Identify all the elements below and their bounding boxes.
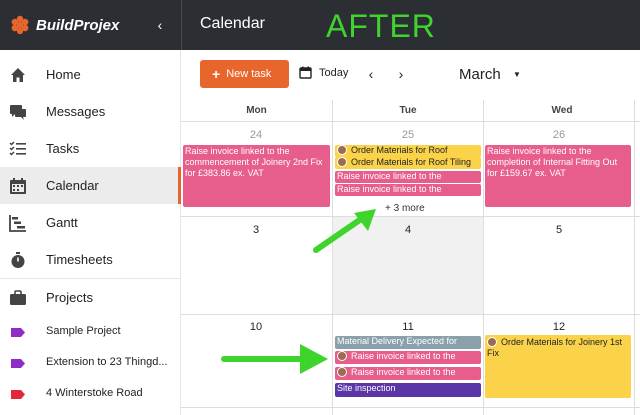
month-select[interactable]: March: [459, 66, 501, 83]
sidebar-item-calendar[interactable]: Calendar: [0, 167, 181, 204]
calendar-today-icon: [299, 66, 312, 79]
grid-line: [181, 314, 640, 315]
day-number: 25: [401, 129, 415, 141]
tag-icon: [11, 328, 25, 337]
gantt-icon: [9, 214, 26, 232]
sidebar-item-gantt[interactable]: Gantt: [0, 204, 180, 241]
new-task-label: New task: [226, 68, 272, 80]
sidebar-item-messages[interactable]: Messages: [0, 93, 180, 130]
calendar-event[interactable]: Material Delivery Expected for: [335, 336, 481, 349]
sidebar-item-label: Calendar: [46, 178, 99, 193]
day-number: 11: [402, 321, 414, 333]
calendar-event[interactable]: Order Materials for Roof: [335, 145, 481, 157]
day-number: 24: [249, 129, 263, 141]
top-bar: BuildProjex ‹ Calendar AFTER: [0, 0, 640, 50]
sidebar-item-timesheets[interactable]: Timesheets: [0, 241, 180, 278]
new-task-button[interactable]: + New task: [200, 60, 289, 88]
calendar-event[interactable]: Raise invoice linked to the completion o…: [485, 145, 631, 207]
tag-icon: [11, 390, 25, 399]
annotation-arrow-icon: [221, 344, 328, 374]
project-label: Extension to 23 Thingd...: [46, 356, 168, 368]
event-label: Raise invoice linked to the: [351, 367, 456, 377]
day-number: 3: [252, 224, 260, 236]
sidebar-item-label: Messages: [46, 104, 106, 119]
event-label: Order Materials for Joinery 1st Fix: [487, 337, 623, 358]
calendar-event[interactable]: Raise invoice linked to the: [335, 171, 481, 183]
day-number: 26: [552, 129, 566, 141]
calendar-event[interactable]: Order Materials for Joinery 1st Fix: [485, 335, 631, 398]
after-annotation: AFTER: [326, 8, 436, 44]
calendar-event[interactable]: Order Materials for Roof Tiling: [335, 157, 481, 169]
calendar-event[interactable]: Raise invoice linked to the commencement…: [183, 145, 330, 207]
weekday-header: Tue: [333, 100, 483, 122]
next-month-icon[interactable]: ›: [395, 66, 407, 82]
plus-icon: +: [212, 66, 221, 82]
today-button[interactable]: Today: [299, 66, 348, 79]
sidebar-item-label: Gantt: [46, 215, 78, 230]
sidebar-item-label: Projects: [46, 290, 93, 305]
logo-icon: [11, 15, 29, 35]
previous-month-icon[interactable]: ‹: [365, 66, 377, 82]
home-icon: [11, 67, 25, 82]
caret-down-icon[interactable]: ▼: [513, 70, 521, 79]
page-title: Calendar: [200, 15, 265, 32]
day-number: 5: [555, 224, 563, 236]
messages-icon: [10, 104, 26, 120]
calendar-event[interactable]: Raise invoice linked to the: [335, 351, 481, 364]
grid-line: [634, 100, 635, 415]
stopwatch-icon: [11, 251, 25, 268]
tasks-icon: [9, 140, 26, 156]
calendar-event[interactable]: Site inspection: [335, 383, 481, 397]
brand[interactable]: BuildProjex: [10, 0, 119, 50]
project-item-sample[interactable]: Sample Project: [0, 317, 180, 347]
divider: [181, 0, 182, 50]
project-item-winterstoke[interactable]: 4 Winterstoke Road: [0, 379, 180, 409]
grid-line: [181, 407, 640, 408]
weekday-header: Wed: [484, 100, 640, 122]
sidebar-item-home[interactable]: Home: [0, 56, 180, 93]
event-label: Order Materials for Roof Tiling: [351, 157, 472, 167]
day-number: 12: [552, 321, 566, 333]
sidebar: Home Messages Tasks Calendar Gantt Times…: [0, 50, 181, 415]
calendar-icon: [10, 177, 26, 194]
calendar-event[interactable]: Raise invoice linked to the: [335, 184, 481, 196]
project-label: 4 Winterstoke Road: [46, 387, 143, 399]
event-label: Raise invoice linked to the: [351, 351, 456, 361]
sidebar-item-tasks[interactable]: Tasks: [0, 130, 180, 167]
avatar: [337, 367, 347, 377]
sidebar-item-label: Timesheets: [46, 252, 113, 267]
briefcase-icon: [10, 289, 26, 305]
collapse-sidebar-icon[interactable]: ‹: [152, 15, 168, 35]
sidebar-item-label: Home: [46, 67, 81, 82]
project-item-extension[interactable]: Extension to 23 Thingd...: [0, 348, 180, 378]
today-label: Today: [319, 66, 349, 79]
sidebar-item-label: Tasks: [46, 141, 80, 156]
project-label: Sample Project: [46, 325, 121, 337]
day-number: 10: [249, 321, 263, 333]
grid-line: [483, 100, 484, 415]
sidebar-item-projects[interactable]: Projects: [0, 279, 180, 316]
grid-line: [181, 216, 640, 217]
annotation-arrow-icon: [313, 209, 376, 253]
weekday-header: Mon: [181, 100, 332, 122]
avatar: [337, 157, 347, 167]
event-label: Order Materials for Roof: [351, 145, 448, 155]
avatar: [337, 145, 347, 155]
avatar: [337, 351, 347, 361]
calendar-event[interactable]: Raise invoice linked to the: [335, 367, 481, 380]
tag-icon: [11, 359, 25, 368]
more-events-link[interactable]: + 3 more: [385, 203, 425, 214]
avatar: [487, 337, 497, 347]
grid-line: [332, 100, 333, 415]
brand-name: BuildProjex: [36, 16, 120, 34]
